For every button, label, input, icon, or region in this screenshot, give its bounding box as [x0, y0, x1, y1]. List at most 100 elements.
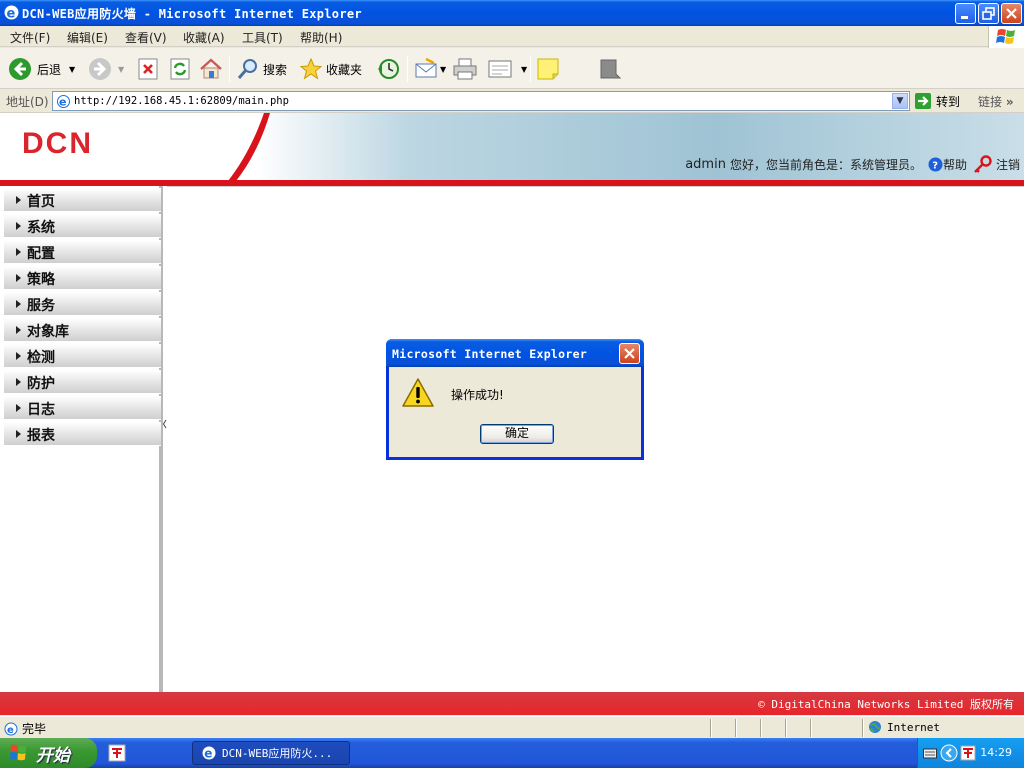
- alert-dialog: Microsoft Internet Explorer 操作成功! 确定: [386, 339, 644, 460]
- printer-icon: [453, 58, 477, 80]
- back-button[interactable]: 后退 ▼: [8, 55, 75, 83]
- triangle-right-icon: [16, 222, 21, 230]
- restore-button[interactable]: [978, 3, 999, 24]
- key-icon[interactable]: [973, 155, 993, 173]
- triangle-right-icon: [16, 196, 21, 204]
- address-input[interactable]: e http://192.168.45.1:62809/main.php ▼: [52, 91, 910, 111]
- sidebar: 首页 系统 配置 策略 服务 对象库 检测 防护 日志 报表: [0, 186, 163, 692]
- triangle-right-icon: [16, 248, 21, 256]
- ie-icon: e: [4, 5, 19, 22]
- dialog-title: Microsoft Internet Explorer: [392, 347, 588, 361]
- sticky-note-icon: [537, 58, 559, 80]
- edit-dropdown-icon[interactable]: ▼: [521, 65, 527, 74]
- ok-button[interactable]: 确定: [480, 424, 554, 444]
- edit-button[interactable]: ▼: [487, 55, 527, 83]
- globe-icon: [869, 721, 881, 733]
- messenger-icon: [600, 59, 622, 79]
- sidebar-item-label: 服务: [27, 298, 55, 314]
- clock: 14:29: [980, 746, 1012, 759]
- menu-tools[interactable]: 工具(T): [242, 29, 283, 46]
- mail-dropdown-icon[interactable]: ▼: [440, 65, 446, 74]
- sidebar-item-config[interactable]: 配置: [4, 240, 161, 264]
- chevron-left-icon[interactable]: [940, 744, 958, 762]
- username: admin: [685, 156, 726, 172]
- menu-edit[interactable]: 编辑(E): [67, 29, 108, 46]
- menu-file[interactable]: 文件(F): [10, 29, 50, 46]
- forward-button[interactable]: ▼: [88, 55, 124, 83]
- dcn-logo: DCN: [22, 127, 93, 160]
- home-icon: [200, 58, 222, 79]
- print-button[interactable]: [452, 55, 478, 83]
- ie-icon: e: [202, 746, 216, 761]
- sidebar-item-label: 对象库: [27, 324, 69, 340]
- close-button[interactable]: [1001, 3, 1022, 24]
- triangle-right-icon: [16, 274, 21, 282]
- links-button[interactable]: 链接 »: [978, 93, 1014, 110]
- go-button[interactable]: 转到: [914, 91, 960, 111]
- help-icon[interactable]: ?: [928, 157, 943, 172]
- mail-button[interactable]: ▼: [414, 55, 446, 83]
- title-bar: e DCN-WEB应用防火墙 - Microsoft Internet Expl…: [0, 0, 1024, 26]
- sidebar-item-objects[interactable]: 对象库: [4, 318, 161, 342]
- triangle-right-icon: [16, 326, 21, 334]
- stop-button[interactable]: [137, 55, 159, 83]
- sidebar-item-service[interactable]: 服务: [4, 292, 161, 316]
- logout-link[interactable]: 注销: [996, 156, 1020, 173]
- sidebar-item-report[interactable]: 报表: [4, 422, 161, 446]
- sidebar-item-label: 首页: [27, 194, 55, 210]
- favorites-button[interactable]: 收藏夹: [299, 55, 362, 83]
- search-button[interactable]: 搜索: [236, 55, 287, 83]
- sidebar-item-label: 系统: [27, 220, 55, 236]
- minimize-button[interactable]: [955, 3, 976, 24]
- windows-flag-icon: [10, 744, 26, 761]
- start-button[interactable]: 开始: [0, 738, 97, 768]
- sidebar-item-protection[interactable]: 防护: [4, 370, 161, 394]
- triangle-right-icon: [16, 300, 21, 308]
- address-dropdown-icon[interactable]: ▼: [892, 93, 908, 109]
- note-button[interactable]: [536, 55, 560, 83]
- sidebar-item-log[interactable]: 日志: [4, 396, 161, 420]
- triangle-right-icon: [16, 404, 21, 412]
- windows-logo: [988, 26, 1024, 48]
- quick-launch-icon[interactable]: [108, 744, 126, 762]
- status-bar: e 完毕 Internet: [0, 716, 1024, 738]
- sidebar-item-policy[interactable]: 策略: [4, 266, 161, 290]
- sidebar-item-system[interactable]: 系统: [4, 214, 161, 238]
- sidebar-item-home[interactable]: 首页: [4, 188, 161, 212]
- back-dropdown-icon[interactable]: ▼: [69, 65, 75, 74]
- go-arrow-icon: [915, 93, 931, 109]
- menu-help[interactable]: 帮助(H): [300, 29, 342, 46]
- help-link[interactable]: 帮助: [943, 156, 967, 173]
- search-label: 搜索: [263, 62, 288, 77]
- page-done-icon: e: [4, 722, 18, 736]
- sidebar-item-detection[interactable]: 检测: [4, 344, 161, 368]
- dialog-title-bar: Microsoft Internet Explorer: [386, 339, 644, 367]
- menu-view[interactable]: 查看(V): [125, 29, 167, 46]
- history-button[interactable]: [375, 55, 401, 83]
- warning-icon: [402, 378, 434, 407]
- sidebar-item-label: 报表: [27, 428, 55, 444]
- keyboard-icon[interactable]: [923, 747, 937, 759]
- favorites-label: 收藏夹: [326, 62, 363, 77]
- sidebar-item-label: 检测: [27, 350, 55, 366]
- go-label: 转到: [936, 94, 961, 109]
- refresh-button[interactable]: [169, 55, 191, 83]
- sidebar-item-label: 日志: [27, 402, 55, 418]
- svg-text:e: e: [7, 7, 16, 22]
- messenger-button[interactable]: [598, 55, 622, 83]
- network-icon[interactable]: [960, 745, 976, 761]
- address-bar: 地址(D) e http://192.168.45.1:62809/main.p…: [0, 89, 1024, 113]
- header-banner: DCN admin 您好，您当前角色是：系统管理员。 ? 帮助 注销: [0, 113, 1024, 181]
- menu-favorites[interactable]: 收藏(A): [183, 29, 225, 46]
- back-label: 后退: [37, 62, 62, 77]
- dialog-close-button[interactable]: [619, 343, 640, 364]
- system-tray: 14:29: [917, 738, 1024, 768]
- windows-flag-icon: [996, 29, 1015, 44]
- window-title: DCN-WEB应用防火墙 - Microsoft Internet Explor…: [22, 7, 362, 21]
- home-button[interactable]: [199, 55, 223, 83]
- sidebar-item-label: 策略: [27, 272, 55, 288]
- taskbar-item-ie[interactable]: e DCN-WEB应用防火...: [192, 741, 350, 765]
- star-icon: [299, 57, 323, 80]
- edit-document-icon: [488, 60, 512, 78]
- sidebar-item-label: 防护: [27, 376, 55, 392]
